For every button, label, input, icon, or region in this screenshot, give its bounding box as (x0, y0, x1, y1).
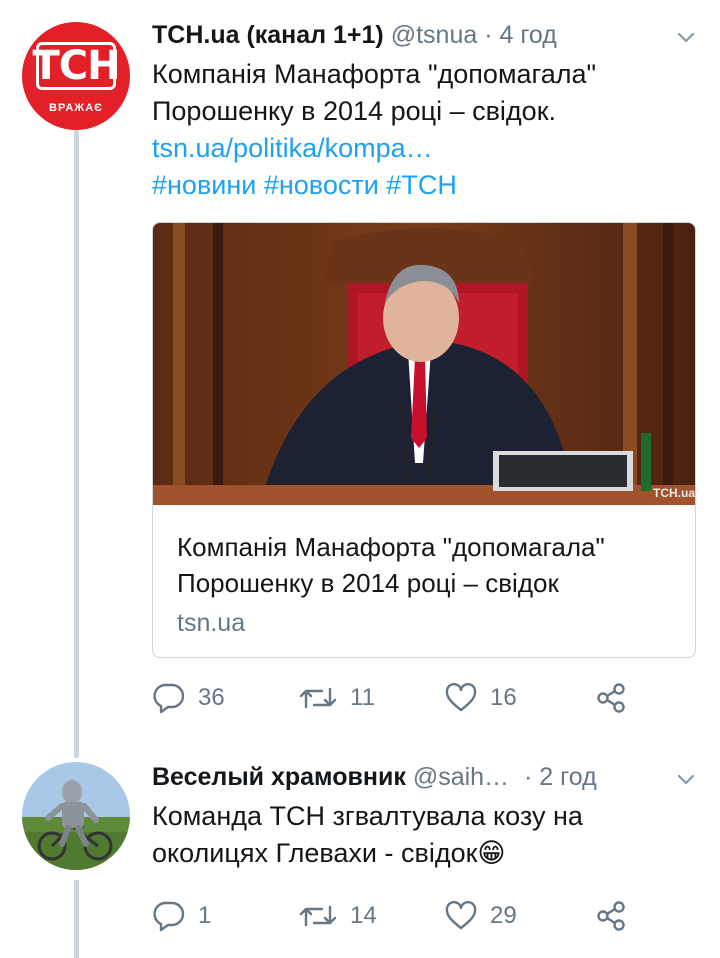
tweet-time[interactable]: 4 год (500, 21, 557, 49)
author-name[interactable]: ТСН.ua (канал 1+1) (152, 21, 384, 49)
author-handle[interactable]: @saih… (413, 763, 509, 791)
like-count: 16 (490, 684, 517, 711)
reply-button[interactable]: 1 (152, 896, 211, 936)
author-name[interactable]: Веселый храмовник (152, 763, 406, 791)
share-icon (597, 901, 625, 931)
like-icon (445, 901, 477, 930)
retweet-button[interactable]: 14 (298, 896, 377, 936)
tsn-logo-subtext: ВРАЖАЄ (49, 102, 103, 114)
retweet-icon (299, 905, 337, 927)
link-card[interactable]: ТСН.ua Компанія Манафорта "допомагала" П… (152, 222, 696, 658)
chevron-down-icon[interactable] (676, 28, 696, 48)
reply-count: 36 (198, 684, 225, 711)
retweet-button[interactable]: 11 (298, 678, 375, 718)
tweet-header: Веселый храмовник @saih… · 2 год (152, 762, 597, 792)
retweet-icon (299, 687, 337, 709)
chevron-down-icon[interactable] (676, 770, 696, 790)
like-button[interactable]: 29 (444, 896, 517, 936)
avatar-image (22, 762, 130, 870)
tweet-link[interactable]: tsn.ua/politika/kompa… (152, 130, 596, 167)
reply-icon (153, 683, 185, 714)
card-domain: tsn.ua (177, 609, 246, 637)
like-button[interactable]: 16 (444, 678, 517, 718)
tweet-text-span: околицях Глевахи - свідок (152, 838, 478, 868)
card-image-watermark: ТСН.ua (653, 486, 695, 500)
retweet-count: 14 (350, 902, 377, 929)
author-handle[interactable]: @tsnua (391, 21, 478, 49)
share-button[interactable] (594, 678, 628, 718)
separator-dot: · (524, 763, 533, 791)
tweet-text-line: околицях Глевахи - свідок😁 (152, 835, 583, 872)
reply-icon (153, 901, 185, 932)
tweet-actions: 36 11 16 (152, 678, 692, 718)
tweet-hashtags[interactable]: #новини #новости #ТСН (152, 167, 596, 204)
like-count: 29 (490, 902, 517, 929)
share-icon (597, 683, 625, 713)
card-image: ТСН.ua (153, 223, 695, 505)
tweet-actions: 1 14 29 (152, 896, 692, 936)
like-icon (445, 683, 477, 712)
retweet-count: 11 (350, 684, 375, 711)
tweet-text: Компанія Манафорта "допомагала" Порошенк… (152, 56, 596, 204)
tweet-header: ТСН.ua (канал 1+1) @tsnua · 4 год (152, 20, 557, 50)
avatar[interactable] (22, 762, 130, 870)
tweet[interactable]: Веселый храмовник @saih… · 2 год Команда… (0, 760, 720, 958)
tweet[interactable]: ТСН ВРАЖАЄ ТСН.ua (канал 1+1) @tsnua · 4… (0, 0, 720, 760)
grinning-emoji: 😁 (477, 838, 506, 868)
separator-dot: · (484, 21, 493, 49)
card-title: Компанія Манафорта "допомагала" Порошенк… (177, 532, 605, 598)
reply-count: 1 (198, 902, 212, 929)
thread-connector-line (74, 880, 79, 958)
reply-button[interactable]: 36 (152, 678, 225, 718)
tweet-text-line: Порошенку в 2014 році – свідок. (152, 96, 557, 126)
avatar[interactable]: ТСН ВРАЖАЄ (22, 22, 130, 130)
share-button[interactable] (594, 896, 628, 936)
tweet-text-line: Команда ТСН згвалтувала козу на (152, 801, 583, 831)
tweet-time[interactable]: 2 год (539, 763, 596, 791)
tweet-text-line: Компанія Манафорта "допомагала" (152, 59, 597, 89)
tsn-logo-text: ТСН (32, 43, 120, 89)
tweet-text: Команда ТСН згвалтувала козу на околицях… (152, 798, 583, 872)
